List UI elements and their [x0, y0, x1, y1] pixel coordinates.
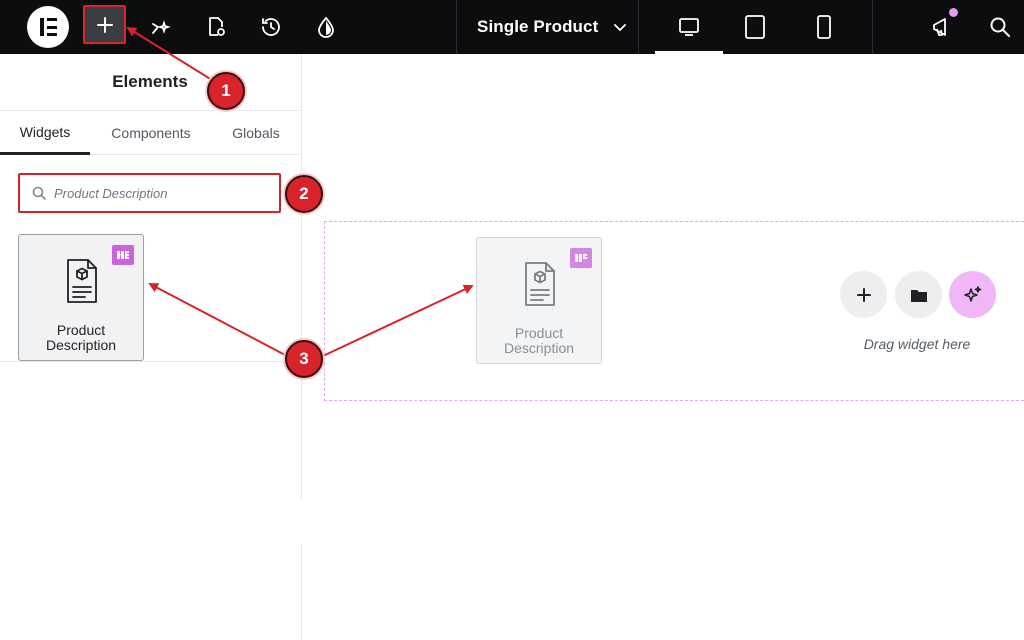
- plus-icon: [96, 16, 113, 33]
- product-description-widget[interactable]: Product Description: [18, 234, 144, 361]
- ghost-label-line2: Description: [503, 340, 575, 356]
- sparkle-nav-icon: [152, 20, 171, 34]
- panel-tabs: Widgets Components Globals: [0, 111, 300, 155]
- plus-icon: [856, 287, 871, 302]
- mobile-icon: [817, 15, 831, 39]
- product-description-icon: [525, 262, 555, 306]
- dragging-widget-preview[interactable]: Product Description: [476, 237, 602, 364]
- step-badge-1: 1: [207, 72, 245, 110]
- desktop-icon: [679, 18, 699, 36]
- history-button[interactable]: [257, 0, 285, 54]
- page-settings-icon: [209, 17, 225, 36]
- topbar-divider: [872, 0, 873, 54]
- product-description-icon: [67, 259, 97, 303]
- top-bar: Single Product: [0, 0, 1024, 54]
- notification-dot: [949, 8, 958, 17]
- pro-badge-icon: [112, 245, 134, 265]
- search-button[interactable]: [986, 0, 1014, 54]
- editor-screen: Single Product Elements Widgets Componen…: [0, 0, 1024, 640]
- elementor-logo-icon[interactable]: [27, 6, 69, 48]
- add-template-button[interactable]: [895, 271, 942, 318]
- announcement-icon: [933, 18, 946, 36]
- search-icon: [32, 186, 46, 200]
- history-icon: [262, 18, 280, 36]
- template-selector[interactable]: Single Product: [477, 0, 628, 54]
- search-icon: [990, 17, 1010, 37]
- add-container-button[interactable]: [840, 271, 887, 318]
- panel-title: Elements: [0, 54, 300, 111]
- widget-label-line1: Product: [56, 322, 106, 338]
- topbar-divider: [456, 0, 457, 54]
- ai-sparkle-icon: [963, 285, 981, 302]
- folder-icon: [910, 289, 927, 302]
- step-badge-3: 3: [285, 340, 323, 378]
- tab-components[interactable]: Components: [100, 111, 202, 155]
- mobile-view-button[interactable]: [810, 0, 838, 54]
- pro-badge-icon: [570, 248, 592, 268]
- site-settings-button[interactable]: [312, 0, 340, 54]
- panel-divider: [0, 361, 300, 362]
- sparkle-nav-button[interactable]: [146, 0, 174, 54]
- ai-generate-button[interactable]: [949, 271, 996, 318]
- tablet-view-button[interactable]: [741, 0, 769, 54]
- step-badge-2: 2: [285, 175, 323, 213]
- widget-label-line2: Description: [45, 337, 117, 353]
- editor-canvas: Product Description Drag widget here: [302, 54, 1024, 640]
- page-settings-button[interactable]: [202, 0, 230, 54]
- elements-panel: Elements Widgets Components Globals Prod…: [0, 54, 302, 640]
- template-title: Single Product: [477, 17, 599, 36]
- add-element-button[interactable]: [83, 5, 126, 44]
- tab-globals[interactable]: Globals: [220, 111, 292, 155]
- tab-widgets[interactable]: Widgets: [0, 111, 90, 155]
- chevron-down-icon: [614, 24, 627, 32]
- drag-widget-hint: Drag widget here: [863, 336, 971, 352]
- widget-search-input[interactable]: [54, 185, 254, 201]
- site-settings-drop-icon: [318, 16, 334, 38]
- desktop-view-button[interactable]: [655, 0, 723, 54]
- ghost-label-line1: Product: [514, 325, 564, 341]
- widget-search-field[interactable]: [18, 173, 281, 213]
- tablet-icon: [745, 15, 765, 39]
- topbar-divider: [638, 0, 639, 54]
